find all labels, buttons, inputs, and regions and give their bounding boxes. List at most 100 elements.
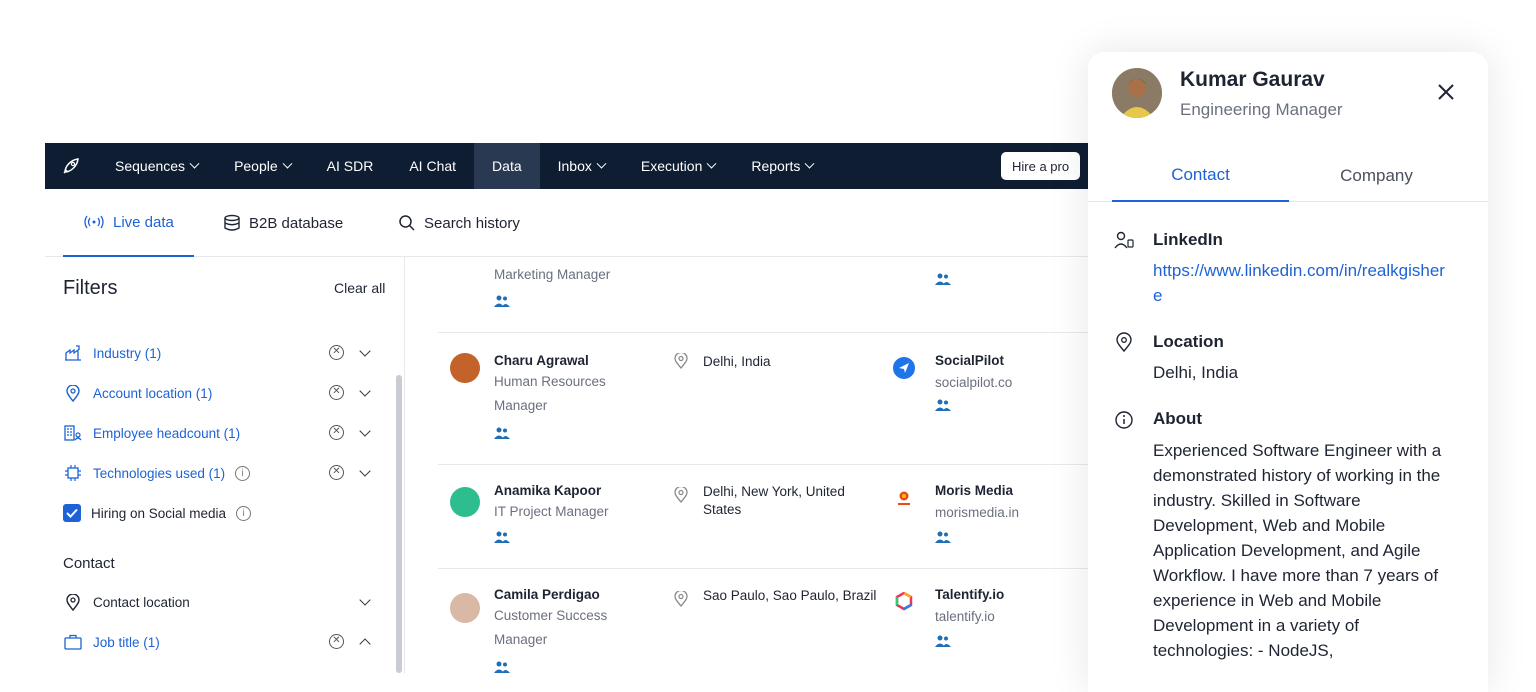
info-icon[interactable]: i bbox=[235, 465, 251, 481]
nav-execution[interactable]: Execution bbox=[623, 143, 733, 189]
filter-hiring-on-social-media[interactable]: Hiring on Social media i bbox=[63, 501, 252, 525]
clear-filter-icon[interactable]: ✕ bbox=[329, 465, 344, 480]
chevron-up-icon[interactable] bbox=[359, 638, 371, 650]
clear-filter-icon[interactable]: ✕ bbox=[329, 385, 344, 400]
nav-label: Data bbox=[492, 158, 522, 174]
company-domain[interactable]: talentify.io bbox=[935, 609, 995, 624]
nav-inbox[interactable]: Inbox bbox=[540, 143, 623, 189]
scrollbar-thumb[interactable] bbox=[396, 375, 402, 673]
close-icon[interactable] bbox=[1434, 80, 1458, 104]
nav-sequences[interactable]: Sequences bbox=[97, 143, 216, 189]
results-list: Marketing Manager Charu Agrawal Human Re… bbox=[438, 257, 1145, 673]
company-name[interactable]: SocialPilot bbox=[935, 353, 1004, 368]
info-icon[interactable]: i bbox=[236, 505, 252, 521]
location-heading: Location bbox=[1153, 332, 1224, 351]
company-name[interactable]: Talentify.io bbox=[935, 587, 1004, 602]
filters-panel: Filters Clear all Industry (1) ✕ Account… bbox=[45, 257, 405, 673]
filter-label: Contact location bbox=[93, 594, 190, 610]
filter-job-title[interactable]: Job title (1) bbox=[63, 630, 160, 654]
socialpilot-logo-icon bbox=[893, 357, 915, 379]
chevron-down-icon bbox=[189, 158, 200, 169]
company-domain[interactable]: socialpilot.co bbox=[935, 375, 1012, 390]
tab-b2b-database[interactable]: B2B database bbox=[223, 189, 343, 257]
people-icon[interactable] bbox=[494, 661, 510, 673]
top-nav: Sequences People AI SDR AI Chat Data Inb… bbox=[45, 143, 1145, 189]
location-pin-icon bbox=[1116, 332, 1132, 352]
chevron-down-icon[interactable] bbox=[359, 345, 371, 357]
location-pin-icon bbox=[674, 487, 688, 503]
filter-industry[interactable]: Industry (1) bbox=[63, 341, 161, 365]
tab-contact[interactable]: Contact bbox=[1112, 150, 1289, 202]
clear-all-button[interactable]: Clear all bbox=[334, 280, 385, 296]
people-icon[interactable] bbox=[935, 273, 951, 285]
person-location: Sao Paulo, Sao Paulo, Brazil bbox=[703, 588, 877, 603]
people-icon[interactable] bbox=[494, 427, 510, 439]
avatar bbox=[450, 353, 480, 383]
people-icon[interactable] bbox=[935, 531, 951, 543]
chevron-down-icon[interactable] bbox=[359, 385, 371, 397]
contact-section-heading: Contact bbox=[63, 555, 115, 572]
person-name[interactable]: Camila Perdigao bbox=[494, 587, 600, 602]
rocket-logo-icon[interactable] bbox=[45, 156, 97, 176]
people-icon[interactable] bbox=[494, 295, 510, 307]
filter-label: Employee headcount (1) bbox=[93, 425, 241, 441]
contact-job-title: Engineering Manager bbox=[1180, 100, 1343, 119]
nav-ai-chat[interactable]: AI Chat bbox=[391, 143, 474, 189]
filter-technologies-used[interactable]: Technologies used (1) i bbox=[63, 461, 251, 485]
person-location: Delhi, India bbox=[703, 354, 771, 369]
contact-detail-panel: Kumar Gaurav Engineering Manager Contact… bbox=[1088, 52, 1488, 692]
location-pin-icon bbox=[674, 591, 688, 607]
talentify-logo-icon bbox=[893, 591, 915, 613]
nav-label: AI SDR bbox=[326, 158, 374, 174]
tab-live-data[interactable]: Live data bbox=[63, 189, 194, 257]
filter-label: Hiring on Social media bbox=[91, 505, 227, 521]
chip-icon bbox=[63, 463, 83, 483]
nav-label: People bbox=[234, 158, 278, 174]
database-icon bbox=[224, 214, 240, 231]
people-icon[interactable] bbox=[935, 635, 951, 647]
panel-tabs: Contact Company bbox=[1088, 150, 1488, 202]
nav-data[interactable]: Data bbox=[474, 143, 540, 189]
building-icon bbox=[63, 423, 83, 443]
filter-label: Account location (1) bbox=[93, 385, 213, 401]
person-name[interactable]: Charu Agrawal bbox=[494, 353, 589, 368]
company-name[interactable]: Moris Media bbox=[935, 483, 1013, 498]
people-icon[interactable] bbox=[935, 399, 951, 411]
chevron-down-icon[interactable] bbox=[359, 425, 371, 437]
app-window: Sequences People AI SDR AI Chat Data Inb… bbox=[45, 143, 1145, 673]
search-icon bbox=[399, 215, 415, 231]
filter-label: Technologies used (1) bbox=[93, 465, 226, 481]
avatar bbox=[450, 487, 480, 517]
company-domain[interactable]: morismedia.in bbox=[935, 505, 1019, 520]
chevron-down-icon bbox=[804, 158, 815, 169]
nav-reports[interactable]: Reports bbox=[733, 143, 831, 189]
tab-label: Live data bbox=[113, 213, 174, 231]
linkedin-url-link[interactable]: https://www.linkedin.com/in/realkgishere bbox=[1153, 258, 1453, 308]
table-row[interactable]: Anamika Kapoor IT Project Manager Delhi,… bbox=[438, 465, 1145, 569]
table-row[interactable]: Camila Perdigao Customer Success Manager… bbox=[438, 569, 1145, 673]
filter-contact-location[interactable]: Contact location bbox=[63, 590, 190, 614]
chevron-down-icon[interactable] bbox=[359, 594, 371, 606]
tab-company[interactable]: Company bbox=[1288, 150, 1465, 202]
contact-name: Kumar Gaurav bbox=[1180, 68, 1325, 91]
chevron-down-icon[interactable] bbox=[359, 465, 371, 477]
people-icon[interactable] bbox=[494, 531, 510, 543]
checkbox-checked[interactable] bbox=[63, 504, 81, 522]
tab-label: Search history bbox=[424, 214, 520, 232]
chevron-down-icon bbox=[596, 158, 607, 169]
person-name[interactable]: Anamika Kapoor bbox=[494, 483, 601, 498]
nav-label: Reports bbox=[751, 158, 801, 174]
clear-filter-icon[interactable]: ✕ bbox=[329, 425, 344, 440]
hire-a-pro-button[interactable]: Hire a pro bbox=[1001, 152, 1081, 180]
filter-account-location[interactable]: Account location (1) bbox=[63, 381, 212, 405]
nav-label: Inbox bbox=[557, 158, 592, 174]
clear-filter-icon[interactable]: ✕ bbox=[329, 634, 344, 649]
clear-filter-icon[interactable]: ✕ bbox=[329, 345, 344, 360]
table-row[interactable]: Marketing Manager bbox=[438, 247, 1145, 333]
location-value: Delhi, India bbox=[1153, 363, 1239, 382]
table-row[interactable]: Charu Agrawal Human Resources Manager De… bbox=[438, 333, 1145, 465]
morismedia-logo-icon bbox=[893, 487, 915, 509]
nav-people[interactable]: People bbox=[216, 143, 309, 189]
nav-ai-sdr[interactable]: AI SDR bbox=[309, 143, 392, 189]
filter-employee-headcount[interactable]: Employee headcount (1) bbox=[63, 421, 240, 445]
